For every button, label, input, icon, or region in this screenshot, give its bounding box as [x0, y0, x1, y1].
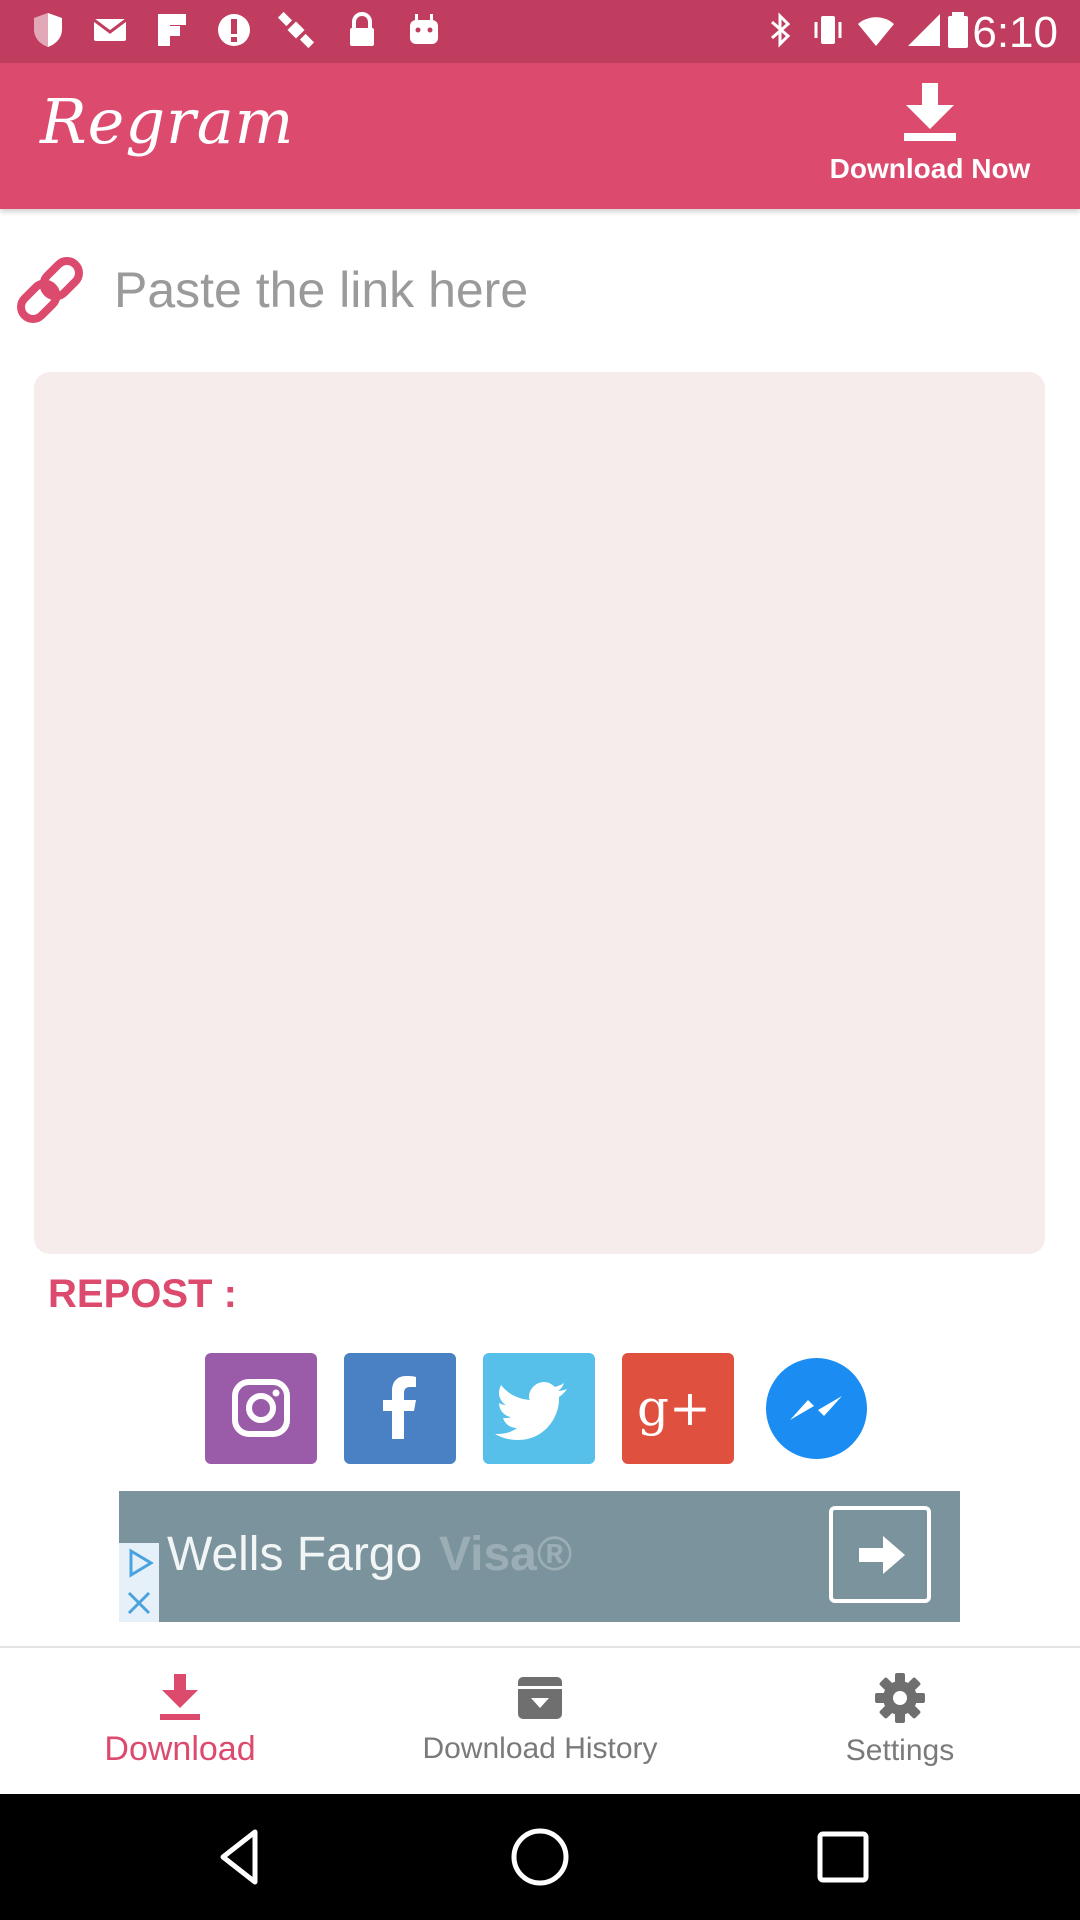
ad-go-button[interactable] — [829, 1506, 931, 1603]
system-nav-bar — [0, 1794, 1080, 1920]
ad-close-icon[interactable] — [119, 1583, 159, 1622]
nav-settings[interactable]: Settings — [720, 1648, 1080, 1796]
ad-banner[interactable]: Visa® Wells Fargo — [119, 1491, 960, 1622]
facebook-icon — [383, 1376, 416, 1439]
wifi-icon — [858, 17, 894, 46]
vibrate-icon — [814, 16, 842, 44]
download-now-button[interactable]: Download Now — [820, 81, 1040, 201]
repost-twitter-button[interactable] — [483, 1353, 595, 1464]
lock-icon — [350, 11, 374, 46]
ad-ghost-text: Visa® — [439, 1528, 573, 1581]
back-icon[interactable] — [205, 1822, 275, 1892]
arrow-right-icon — [859, 1536, 905, 1574]
media-preview — [34, 372, 1045, 1254]
ad-text: Wells Fargo — [167, 1528, 423, 1581]
shield-icon — [34, 13, 62, 47]
link-input[interactable] — [114, 252, 1044, 328]
app-bar: Regram Download Now — [0, 63, 1080, 209]
app-logo: Regram — [40, 85, 295, 158]
link-row — [0, 230, 1080, 350]
nav-download-history-label: Download History — [422, 1732, 658, 1765]
twitter-icon — [495, 1382, 567, 1440]
download-icon — [160, 1674, 200, 1720]
repost-facebook-button[interactable] — [344, 1353, 456, 1464]
instagram-icon — [232, 1379, 290, 1437]
repost-label: REPOST : — [48, 1272, 237, 1316]
gear-icon — [875, 1673, 925, 1723]
repost-messenger-button[interactable] — [766, 1358, 867, 1459]
svg-text:g+: g+ — [637, 1379, 711, 1437]
recents-icon[interactable] — [808, 1822, 878, 1892]
home-icon[interactable] — [505, 1822, 575, 1892]
bluetooth-icon — [771, 12, 791, 48]
download-now-label: Download Now — [829, 153, 1031, 184]
alert-icon — [218, 14, 250, 46]
android-icon — [410, 14, 438, 44]
messenger-icon — [790, 1396, 842, 1420]
nav-download-label: Download — [104, 1730, 256, 1768]
battery-icon — [948, 12, 968, 48]
status-bar: 6:10 — [0, 0, 1080, 63]
repost-google-plus-button[interactable]: g+ — [622, 1353, 734, 1464]
clock: 6:10 — [972, 8, 1058, 57]
satellite-icon — [277, 11, 315, 49]
ad-choices-icon[interactable] — [119, 1543, 159, 1583]
link-icon — [17, 257, 83, 323]
nav-download-history[interactable]: Download History — [360, 1648, 720, 1796]
mail-icon — [93, 18, 127, 41]
nav-settings-label: Settings — [845, 1734, 955, 1767]
repost-instagram-button[interactable] — [205, 1353, 317, 1464]
nav-download[interactable]: Download — [0, 1648, 360, 1796]
download-icon — [904, 83, 956, 141]
signal-icon — [908, 14, 940, 46]
google-plus-icon: g+ — [637, 1379, 711, 1437]
bottom-nav: Download Download History Settings — [0, 1646, 1080, 1794]
flipboard-icon — [158, 14, 186, 46]
archive-icon — [518, 1677, 562, 1719]
